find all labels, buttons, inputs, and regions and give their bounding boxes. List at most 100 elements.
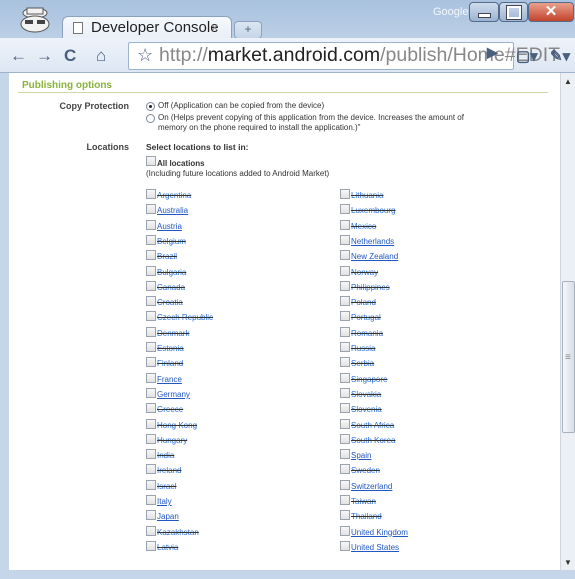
country-label[interactable]: Luxembourg — [351, 206, 395, 215]
country-label[interactable]: Thailand — [351, 512, 382, 521]
country-checkbox[interactable] — [146, 479, 156, 490]
country-checkbox[interactable] — [146, 372, 156, 383]
country-label[interactable]: Estonia — [157, 344, 184, 353]
country-label[interactable]: Hungary — [157, 436, 187, 445]
country-label[interactable]: Taiwan — [351, 497, 376, 506]
country-checkbox[interactable] — [146, 464, 156, 475]
back-icon[interactable]: ← — [10, 46, 27, 66]
country-checkbox[interactable] — [340, 464, 350, 475]
country-label[interactable]: Hong Kong — [157, 421, 197, 430]
country-label[interactable]: Netherlands — [351, 237, 394, 246]
country-checkbox[interactable] — [340, 510, 350, 521]
country-label[interactable]: Poland — [351, 298, 376, 307]
country-checkbox[interactable] — [340, 479, 350, 490]
country-label[interactable]: Italy — [157, 497, 172, 506]
country-checkbox[interactable] — [340, 296, 350, 307]
country-checkbox[interactable] — [340, 418, 350, 429]
country-checkbox[interactable] — [146, 189, 156, 199]
page-menu-icon[interactable]: ▢▾ — [516, 47, 538, 65]
country-checkbox[interactable] — [340, 403, 350, 414]
copy-protection-on-radio[interactable] — [146, 114, 155, 123]
country-checkbox[interactable] — [146, 357, 156, 368]
country-label[interactable]: Ireland — [157, 466, 181, 475]
scroll-down-icon[interactable]: ▼ — [564, 558, 572, 567]
country-checkbox[interactable] — [146, 265, 156, 276]
tab-developer-console[interactable]: Developer Console × — [62, 16, 232, 39]
country-checkbox[interactable] — [340, 326, 350, 337]
copy-protection-off-radio[interactable] — [146, 102, 155, 111]
scroll-up-icon[interactable]: ▲ — [564, 77, 572, 86]
country-label[interactable]: South Africa — [351, 421, 394, 430]
country-checkbox[interactable] — [146, 540, 156, 551]
country-checkbox[interactable] — [146, 234, 156, 245]
all-locations-checkbox[interactable] — [146, 156, 156, 166]
country-label[interactable]: France — [157, 375, 182, 384]
country-label[interactable]: Finland — [157, 359, 183, 368]
country-checkbox[interactable] — [340, 189, 350, 199]
maximize-button[interactable] — [499, 2, 528, 22]
country-checkbox[interactable] — [146, 296, 156, 307]
country-label[interactable]: Belgium — [157, 237, 186, 246]
country-checkbox[interactable] — [146, 525, 156, 536]
country-label[interactable]: Switzerland — [351, 482, 392, 491]
scroll-thumb[interactable]: ≡ — [562, 281, 575, 433]
country-label[interactable]: Norway — [351, 268, 378, 277]
country-label[interactable]: Greece — [157, 405, 183, 414]
country-checkbox[interactable] — [340, 540, 350, 551]
country-label[interactable]: United Kingdom — [351, 528, 408, 537]
tab-close-icon[interactable]: × — [211, 20, 219, 35]
star-icon[interactable]: ☆ — [137, 45, 153, 66]
country-label[interactable]: Singapore — [351, 375, 387, 384]
new-tab-button[interactable]: + — [234, 21, 262, 39]
country-label[interactable]: Sweden — [351, 466, 380, 475]
wrench-icon[interactable]: ✎▾ — [550, 47, 570, 65]
country-checkbox[interactable] — [340, 433, 350, 444]
country-checkbox[interactable] — [340, 265, 350, 276]
country-checkbox[interactable] — [340, 525, 350, 536]
country-label[interactable]: Romania — [351, 329, 383, 338]
country-checkbox[interactable] — [146, 495, 156, 505]
minimize-button[interactable] — [469, 2, 499, 22]
country-checkbox[interactable] — [146, 311, 156, 322]
country-checkbox[interactable] — [340, 234, 350, 245]
country-label[interactable]: South Korea — [351, 436, 395, 445]
home-icon[interactable]: ⌂ — [96, 46, 106, 66]
country-checkbox[interactable] — [146, 342, 156, 352]
country-label[interactable]: Latvia — [157, 543, 178, 552]
country-checkbox[interactable] — [340, 387, 350, 398]
country-label[interactable]: Slovakia — [351, 390, 381, 399]
country-label[interactable]: Brazil — [157, 252, 177, 261]
close-window-button[interactable]: ✕ — [528, 2, 574, 22]
country-label[interactable]: Serbia — [351, 359, 374, 368]
country-checkbox[interactable] — [146, 418, 156, 429]
country-checkbox[interactable] — [340, 280, 350, 291]
country-label[interactable]: Australia — [157, 206, 188, 215]
country-label[interactable]: Russia — [351, 344, 375, 353]
country-checkbox[interactable] — [146, 326, 156, 337]
country-checkbox[interactable] — [340, 449, 350, 460]
country-label[interactable]: Bulgaria — [157, 268, 186, 277]
country-checkbox[interactable] — [146, 204, 156, 215]
country-checkbox[interactable] — [340, 495, 350, 505]
country-label[interactable]: Czech Republic — [157, 313, 213, 322]
country-label[interactable]: Argentina — [157, 191, 191, 200]
country-label[interactable]: Lithuania — [351, 191, 383, 200]
country-label[interactable]: Mexico — [351, 222, 376, 231]
country-checkbox[interactable] — [340, 357, 350, 368]
country-label[interactable]: India — [157, 451, 174, 460]
country-checkbox[interactable] — [340, 372, 350, 383]
country-label[interactable]: Slovenia — [351, 405, 382, 414]
country-label[interactable]: Philippines — [351, 283, 390, 292]
country-checkbox[interactable] — [146, 433, 156, 444]
country-checkbox[interactable] — [340, 250, 350, 261]
country-checkbox[interactable] — [146, 280, 156, 291]
country-label[interactable]: Kazakhstan — [157, 528, 199, 537]
country-checkbox[interactable] — [146, 449, 156, 460]
country-checkbox[interactable] — [340, 204, 350, 215]
country-label[interactable]: New Zealand — [351, 252, 398, 261]
country-label[interactable]: United States — [351, 543, 399, 552]
country-checkbox[interactable] — [146, 219, 156, 230]
country-checkbox[interactable] — [340, 311, 350, 322]
country-label[interactable]: Croatia — [157, 298, 183, 307]
country-label[interactable]: Israel — [157, 482, 177, 491]
